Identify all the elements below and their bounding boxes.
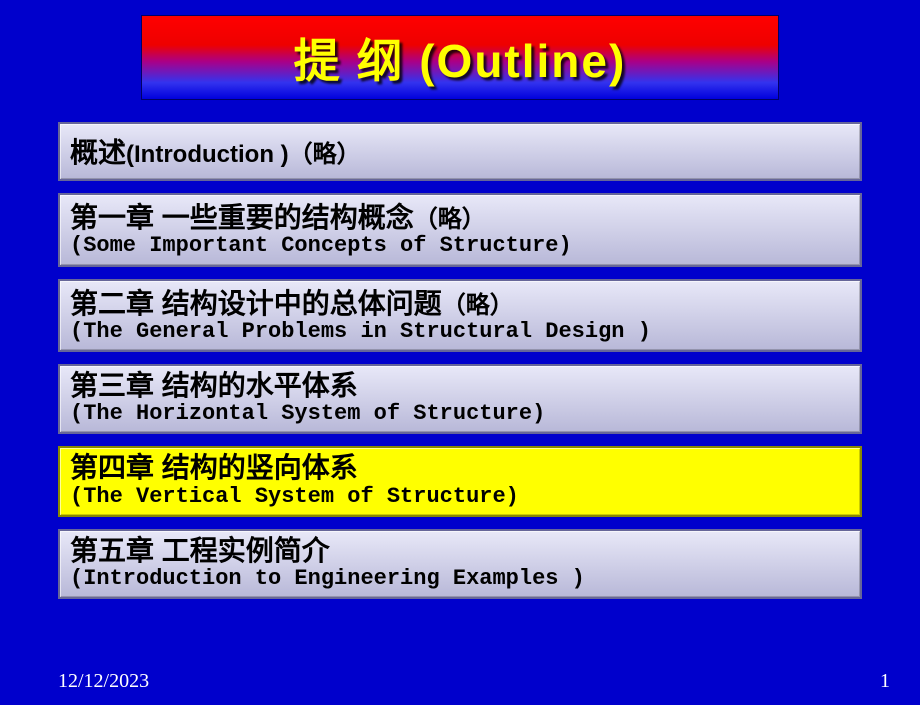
chapter-5: 第五章 工程实例简介 (Introduction to Engineering … bbox=[58, 529, 862, 599]
chapter-main: 第三章 结构的水平体系 bbox=[70, 370, 358, 401]
title-banner: 提 纲 (Outline) bbox=[141, 15, 779, 100]
slide-title: 提 纲 (Outline) bbox=[294, 25, 627, 91]
outline-list: 概述(Introduction )（略） 第一章 一些重要的结构概念（略） (S… bbox=[0, 100, 920, 599]
chapter-subtitle: (The Horizontal System of Structure) bbox=[70, 402, 850, 426]
chapter-1: 第一章 一些重要的结构概念（略） (Some Important Concept… bbox=[58, 193, 862, 266]
chapter-suffix: （略） bbox=[442, 292, 514, 319]
chapter-4-current: 第四章 结构的竖向体系 (The Vertical System of Stru… bbox=[58, 446, 862, 516]
chapter-subtitle: (The General Problems in Structural Desi… bbox=[70, 320, 850, 344]
chapter-subtitle: (Introduction to Engineering Examples ) bbox=[70, 567, 850, 591]
chapter-2: 第二章 结构设计中的总体问题（略） (The General Problems … bbox=[58, 279, 862, 352]
chapter-3: 第三章 结构的水平体系 (The Horizontal System of St… bbox=[58, 364, 862, 434]
chapter-intro: 概述(Introduction )（略） bbox=[58, 122, 862, 181]
chapter-main: 概述 bbox=[70, 137, 126, 168]
chapter-main: 第五章 工程实例简介 bbox=[70, 535, 330, 566]
chapter-subtitle: (The Vertical System of Structure) bbox=[70, 485, 850, 509]
chapter-main: 第二章 结构设计中的总体问题 bbox=[70, 288, 442, 319]
chapter-main: 第四章 结构的竖向体系 bbox=[70, 452, 358, 483]
chapter-subtitle: (Some Important Concepts of Structure) bbox=[70, 234, 850, 258]
chapter-suffix: （略） bbox=[414, 206, 486, 233]
chapter-main: 第一章 一些重要的结构概念 bbox=[70, 202, 414, 233]
chapter-suffix: (Introduction )（略） bbox=[126, 141, 361, 168]
